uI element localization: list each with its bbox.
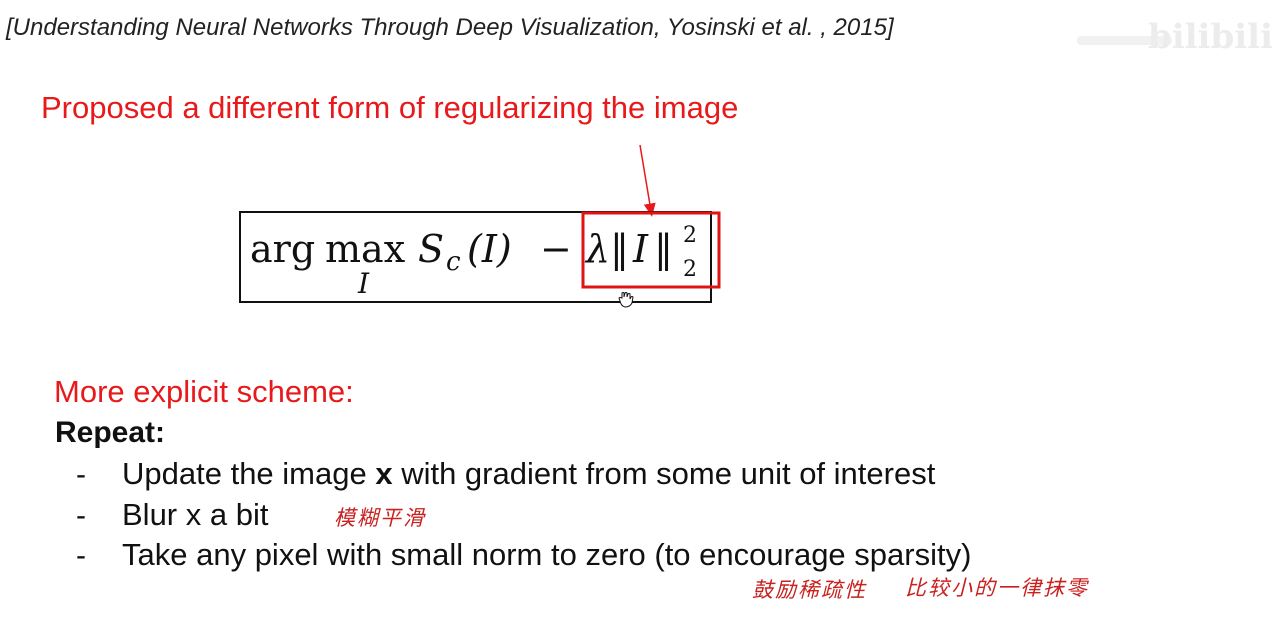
scheme-heading: More explicit scheme:	[54, 374, 354, 409]
step-2-dash: -	[76, 499, 86, 532]
step-1-dash: -	[76, 458, 86, 491]
handwritten-note-zero: 比较小的一律抹零	[905, 576, 1089, 600]
step-1-text-after: with gradient from some unit of interest	[392, 456, 936, 491]
formula-max: max	[325, 227, 405, 271]
step-2: Blur x a bit	[122, 497, 269, 532]
pointer-arrow	[639, 144, 656, 217]
step-1: Update the image x with gradient from so…	[122, 456, 935, 492]
step-3: Take any pixel with small norm to zero (…	[122, 537, 972, 572]
step-1-text-before: Update the image	[122, 456, 376, 491]
formula-norm-open: ‖	[610, 227, 629, 271]
formula-score-arg: (I)	[467, 227, 512, 271]
handwritten-note-blur: 模糊平滑	[334, 506, 426, 530]
formula-score: S	[418, 227, 444, 271]
step-3-dash: -	[76, 539, 86, 572]
formula-max-sub: I	[357, 267, 370, 300]
formula-minus: −	[540, 227, 572, 271]
formula-norm-close: ‖	[654, 227, 673, 271]
formula-arg: arg	[250, 227, 315, 271]
formula-sup: 2	[683, 223, 697, 248]
formula-lambda: λ	[584, 227, 610, 271]
formula-score-sub: c	[446, 247, 461, 277]
hand-cursor-icon	[618, 292, 634, 308]
formula-sub: 2	[683, 257, 697, 282]
handwritten-note-sparsity: 鼓励稀疏性	[752, 578, 867, 602]
formula-norm-var: I	[632, 227, 649, 271]
step-1-bold: x	[375, 456, 393, 491]
repeat-label: Repeat:	[55, 416, 166, 449]
